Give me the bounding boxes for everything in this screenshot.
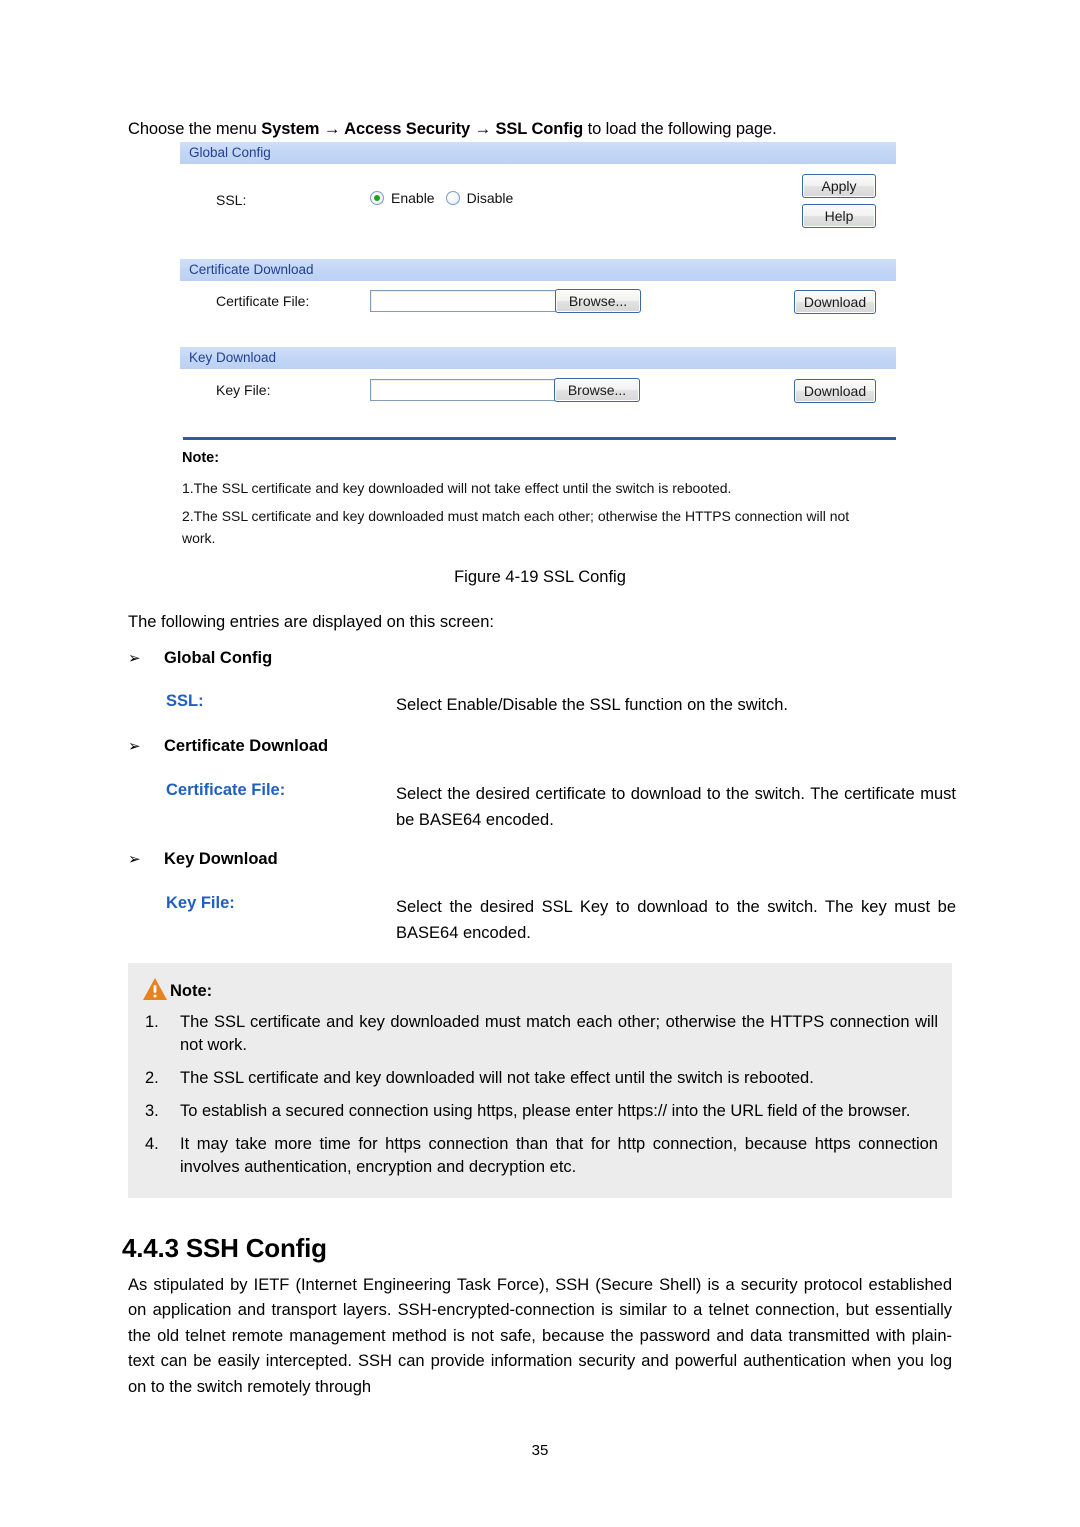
document-page: Choose the menu System → Access Security… — [0, 0, 1080, 1527]
key-file-input[interactable] — [370, 379, 560, 401]
entry-term-key-file: Key File: — [166, 894, 235, 912]
menu-path-ssl-config: SSL Config — [495, 119, 584, 138]
note-item: 2. The SSL certificate and key downloade… — [142, 1067, 938, 1090]
note-item-number: 3. — [145, 1102, 159, 1120]
section-body-paragraph: As stipulated by IETF (Internet Engineer… — [128, 1275, 952, 1396]
note-item: 4. It may take more time for https conne… — [142, 1133, 938, 1179]
entry-heading-label: Global Config — [164, 649, 273, 667]
following-entries-text: The following entries are displayed on t… — [128, 613, 494, 631]
entry-term-certificate-file: Certificate File: — [166, 781, 286, 799]
ssl-field-label: SSL: — [216, 192, 247, 208]
screenshot-note-line-2: 2.The SSL certificate and key downloaded… — [182, 508, 850, 546]
note-item-number: 1. — [145, 1013, 159, 1031]
menu-path-system: System — [261, 119, 320, 138]
apply-button[interactable]: Apply — [802, 174, 876, 198]
entry-heading-global-config: ➢ Global Config — [128, 649, 272, 668]
radio-disable-label: Disable — [466, 190, 514, 206]
certificate-file-label: Certificate File: — [216, 293, 310, 309]
section-header-global-config: Global Config — [180, 142, 896, 164]
certificate-file-input[interactable] — [370, 290, 560, 312]
screenshot-note-line-1: 1.The SSL certificate and key downloaded… — [182, 480, 732, 496]
bullet-arrow-icon: ➢ — [128, 650, 141, 667]
entry-desc-ssl: Select Enable/Disable the SSL function o… — [396, 696, 788, 714]
menu-arrow-1: → — [319, 119, 345, 138]
note-item-number: 4. — [145, 1135, 159, 1153]
key-file-label: Key File: — [216, 382, 271, 398]
page-number: 35 — [531, 1442, 549, 1459]
note-item-number: 2. — [145, 1069, 159, 1087]
ssl-config-screenshot: Global Config SSL: Enable Disable Apply … — [180, 140, 896, 555]
entry-desc-key-file: Select the desired SSL Key to download t… — [396, 898, 956, 942]
note-item-text: The SSL certificate and key downloaded m… — [180, 1013, 938, 1054]
screenshot-divider — [183, 437, 896, 440]
intro-prefix: Choose the menu — [128, 119, 262, 138]
intro-sentence: Choose the menu System → Access Security… — [128, 117, 958, 141]
entry-heading-label: Certificate Download — [164, 737, 329, 755]
warning-triangle-icon — [143, 978, 167, 1000]
radio-enable-label: Enable — [391, 190, 435, 206]
note-item: 3. To establish a secured connection usi… — [142, 1100, 938, 1123]
key-download-button[interactable]: Download — [794, 379, 876, 403]
entry-heading-label: Key Download — [164, 850, 278, 868]
ssl-radio-group: Enable Disable — [370, 190, 517, 206]
bullet-arrow-icon: ➢ — [128, 738, 141, 755]
screenshot-note-title: Note: — [182, 450, 220, 466]
note-item: 1. The SSL certificate and key downloade… — [142, 1011, 938, 1057]
radio-disable[interactable] — [445, 191, 460, 205]
help-button[interactable]: Help — [802, 204, 876, 228]
section-heading-ssh-config: 4.4.3 SSH Config — [122, 1232, 327, 1263]
note-item-text: The SSL certificate and key downloaded w… — [180, 1069, 814, 1087]
entry-term-ssl: SSL: — [166, 692, 204, 710]
note-item-text: To establish a secured connection using … — [180, 1102, 911, 1120]
section-header-certificate-download: Certificate Download — [180, 259, 896, 281]
section-header-key-download: Key Download — [180, 347, 896, 369]
intro-suffix: to load the following page. — [583, 119, 777, 138]
note-callout-title: Note: — [142, 975, 938, 1001]
bullet-arrow-icon: ➢ — [128, 851, 141, 868]
certificate-download-button[interactable]: Download — [794, 290, 876, 314]
note-callout-box: Note: 1. The SSL certificate and key dow… — [128, 963, 952, 1198]
entry-heading-key-download: ➢ Key Download — [128, 850, 278, 869]
menu-arrow-2: → — [470, 119, 496, 138]
entry-desc-certificate-file: Select the desired certificate to downlo… — [396, 785, 956, 829]
note-item-text: It may take more time for https connecti… — [180, 1135, 938, 1176]
figure-caption: Figure 4-19 SSL Config — [454, 568, 626, 586]
key-browse-button[interactable]: Browse... — [554, 378, 640, 402]
certificate-browse-button[interactable]: Browse... — [555, 289, 641, 313]
note-callout-label: Note: — [170, 982, 213, 1000]
menu-path-access-security: Access Security — [344, 119, 471, 138]
radio-enable[interactable] — [370, 191, 384, 205]
entry-heading-certificate-download: ➢ Certificate Download — [128, 737, 328, 756]
